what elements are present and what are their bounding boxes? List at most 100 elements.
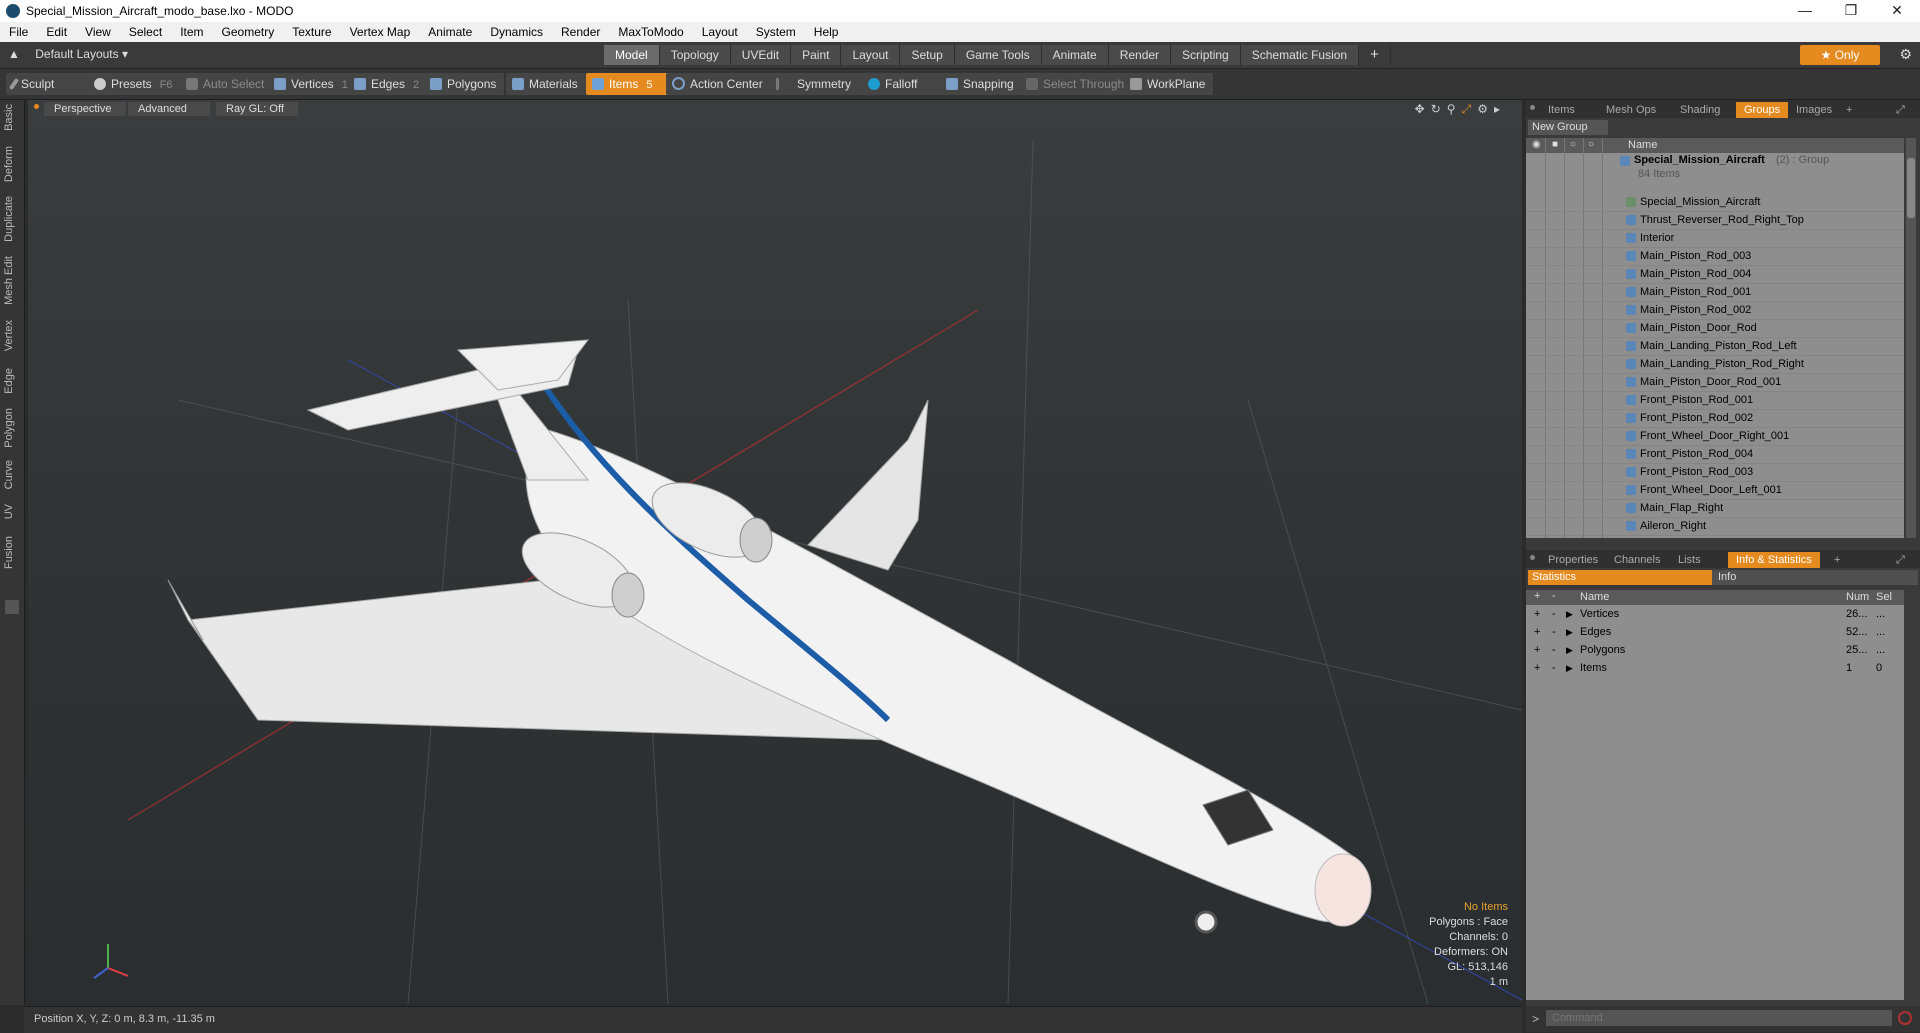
tab-schematic-fusion[interactable]: Schematic Fusion [1240,45,1360,65]
stats-menu-dot-icon[interactable] [1530,555,1535,560]
groups-scrollbar-thumb[interactable] [1907,158,1915,218]
tab-layout[interactable]: Layout [841,45,901,65]
list-item[interactable]: Front_Piston_Rod_003 [1526,464,1904,482]
expand-icon[interactable]: + [1534,624,1540,641]
group-row[interactable]: Special_Mission_Aircraft (2) : Group 84 … [1526,154,1904,188]
collapse-icon[interactable]: - [1552,606,1556,623]
tab-shading[interactable]: Shading [1672,102,1728,118]
list-item[interactable]: Main_Landing_Piston_Rod_Left [1526,338,1904,356]
table-row[interactable]: + - ▶ Polygons 25... ... [1526,642,1904,659]
action-center-button[interactable]: Action Center [666,73,771,95]
list-item[interactable]: Main_Piston_Rod_003 [1526,248,1904,266]
tab-render[interactable]: Render [1108,45,1172,65]
menu-view[interactable]: View [76,25,120,39]
tab-paint[interactable]: Paint [791,45,842,65]
tab-properties[interactable]: Properties [1540,552,1606,568]
presets-button[interactable]: Presets F6 [88,73,182,95]
tab-vertex[interactable]: Vertex [3,320,21,351]
disclosure-triangle-icon[interactable]: ▶ [1566,660,1573,677]
list-item[interactable]: Front_Wheel_Door_Right_001 [1526,428,1904,446]
menu-help[interactable]: Help [805,25,848,39]
list-item[interactable]: Main_Landing_Piston_Rod_Right [1526,356,1904,374]
maximize-icon[interactable]: ❐ [1828,0,1874,22]
tab-uvedit[interactable]: UVEdit [730,45,792,65]
select-through-button[interactable]: Select Through [1020,73,1133,95]
polygons-button[interactable]: Polygons [424,73,505,95]
tab-items[interactable]: Items [1540,102,1583,118]
expand-all-icon[interactable]: + [1534,590,1540,602]
add-tab-icon[interactable]: + [1359,45,1391,65]
close-icon[interactable]: ✕ [1874,0,1920,22]
list-item[interactable]: Main_Piston_Door_Rod_001 [1526,374,1904,392]
expand-icon[interactable]: + [1534,660,1540,677]
only-toggle[interactable]: ★ Only [1800,45,1880,65]
expand-icon[interactable]: + [1534,606,1540,623]
info-subtab[interactable]: Info [1712,570,1918,585]
panel-menu-dot-icon[interactable] [1530,105,1535,110]
new-group-button[interactable]: New Group [1528,120,1608,135]
tab-channels[interactable]: Channels [1606,552,1668,568]
list-item[interactable]: Front_Wheel_Door_Left_001 [1526,482,1904,500]
groups-scrollbar[interactable] [1906,138,1916,538]
tab-mesh-edit[interactable]: Mesh Edit [3,256,21,305]
collapse-icon[interactable]: - [1552,642,1556,659]
collapse-all-icon[interactable]: - [1552,590,1556,602]
list-item[interactable]: Aileron_Right [1526,518,1904,536]
tab-uv[interactable]: UV [3,504,21,519]
menu-maxtomodo[interactable]: MaxToModo [609,25,692,39]
stats-expand-icon[interactable]: ⤢ [1888,552,1913,568]
table-row[interactable]: + - ▶ Vertices 26... ... [1526,606,1904,623]
menu-dynamics[interactable]: Dynamics [481,25,552,39]
disclosure-triangle-icon[interactable]: ▶ [1566,606,1573,623]
table-row[interactable]: + - ▶ Edges 52... ... [1526,624,1904,641]
list-item[interactable]: Main_Piston_Rod_004 [1526,266,1904,284]
materials-button[interactable]: Materials [506,73,586,95]
add-panel-tab-icon[interactable]: + [1838,102,1860,118]
edges-button[interactable]: Edges 2 [348,73,430,95]
disclosure-triangle-icon[interactable]: ▶ [1566,624,1573,641]
command-input[interactable] [1546,1010,1892,1026]
add-stats-tab-icon[interactable]: + [1826,552,1848,568]
menu-animate[interactable]: Animate [419,25,481,39]
tab-fusion[interactable]: Fusion [3,536,21,569]
menu-item[interactable]: Item [171,25,212,39]
list-item[interactable]: Front_Piston_Rod_001 [1526,392,1904,410]
vertices-button[interactable]: Vertices 1 [268,73,358,95]
tab-duplicate[interactable]: Duplicate [3,196,21,242]
workplane-button[interactable]: WorkPlane [1124,73,1214,95]
tab-deform[interactable]: Deform [3,146,21,182]
collapse-icon[interactable]: - [1552,624,1556,641]
default-layouts-dropdown[interactable]: ▲ Default Layouts ▾ [8,47,128,61]
list-item[interactable]: Interior [1526,230,1904,248]
expand-icon[interactable]: + [1534,642,1540,659]
gear-icon[interactable]: ⚙ [1899,46,1912,63]
record-icon[interactable] [1898,1011,1912,1025]
statistics-subtab[interactable]: Statistics [1528,570,1714,585]
menu-render[interactable]: Render [552,25,609,39]
auto-select-button[interactable]: Auto Select [180,73,273,95]
minimize-icon[interactable]: — [1782,0,1828,22]
list-item[interactable]: Main_Piston_Rod_002 [1526,302,1904,320]
list-item[interactable]: Main_Piston_Rod_001 [1526,284,1904,302]
tab-basic[interactable]: Basic [3,104,21,131]
menu-geometry[interactable]: Geometry [213,25,284,39]
snapping-button[interactable]: Snapping [940,73,1022,95]
menu-layout[interactable]: Layout [693,25,747,39]
tab-game-tools[interactable]: Game Tools [954,45,1042,65]
tab-polygon[interactable]: Polygon [3,408,21,448]
list-item[interactable]: Special_Mission_Aircraft [1526,194,1904,212]
tab-setup[interactable]: Setup [900,45,955,65]
list-item[interactable]: Front_Piston_Rod_004 [1526,446,1904,464]
panel-toggle-button[interactable] [5,600,19,614]
panel-expand-icon[interactable]: ⤢ [1888,102,1913,118]
list-item[interactable]: Main_Flap_Right [1526,500,1904,518]
list-item[interactable]: Main_Piston_Door_Rod [1526,320,1904,338]
tab-scripting[interactable]: Scripting [1171,45,1241,65]
menu-system[interactable]: System [747,25,805,39]
menu-select[interactable]: Select [120,25,171,39]
tab-groups[interactable]: Groups [1736,102,1789,118]
table-row[interactable]: + - ▶ Items 1 0 [1526,660,1904,677]
menu-texture[interactable]: Texture [283,25,340,39]
3d-viewport[interactable]: Perspective Advanced Ray GL: Off ✥↻⚲⤢⚙▸ [28,100,1522,1004]
tab-images[interactable]: Images [1788,102,1840,118]
